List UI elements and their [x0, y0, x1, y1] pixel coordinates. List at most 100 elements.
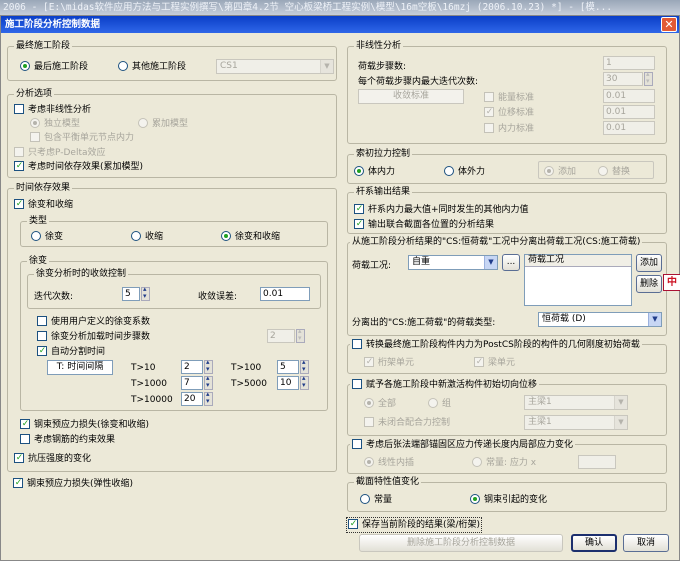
cable-control-group: 索初拉力控制 体内力 体外力 添加 替换 — [347, 149, 667, 184]
separate-load-group: 从施工阶段分析结果的"CS:恒荷载"工况中分离出荷载工况(CS:施工荷载) 荷载… — [347, 237, 667, 336]
radio-internal-force[interactable]: 体内力 — [354, 166, 395, 178]
t100-input[interactable]: 5 — [277, 360, 299, 374]
load-case-list[interactable]: 荷载工况 — [524, 254, 632, 306]
load-steps-input[interactable]: 2 — [267, 329, 295, 343]
close-icon[interactable]: ✕ — [661, 17, 677, 32]
constant-stress-input[interactable] — [578, 455, 616, 469]
t10000-spinner[interactable] — [204, 390, 213, 406]
load-type-select[interactable]: 恒荷载 (D) ▼ — [538, 312, 662, 327]
balance-node-checkbox[interactable]: 包含平衡单元节点内力 — [30, 132, 134, 144]
force-input[interactable]: 0.01 — [603, 121, 655, 135]
save-current-checkbox[interactable]: 保存当前阶段的结果(梁/桁架) — [345, 517, 483, 533]
max-iter-spinner[interactable] — [644, 70, 653, 86]
convert-checkbox[interactable]: 转换最终施工阶段构件内力为PostCS阶段的构件的几何刚度初始荷载 — [350, 339, 642, 351]
t5000-input[interactable]: 10 — [277, 376, 299, 390]
ok-button[interactable]: 确认 — [571, 534, 617, 552]
auto-split-checkbox[interactable]: 自动分割时间 — [37, 346, 105, 358]
radio-group[interactable]: 组 — [428, 398, 451, 410]
tangent-group: 赋予各施工阶段中新激活构件初始切向位移 全部 组 主梁1 ▼ 未闭合配合力控制 主… — [347, 379, 667, 436]
strength-checkbox[interactable]: 抗压强度的变化 — [14, 453, 91, 465]
nonlinear-checkbox[interactable]: 考虑非线性分析 — [14, 104, 91, 116]
radio-external-force[interactable]: 体外力 — [444, 166, 485, 178]
dialog: 施工阶段分析控制数据 ✕ 最终施工阶段 最后施工阶段 其他施工阶段 CS1 ▼ 分… — [0, 15, 680, 561]
radio-section-constant[interactable]: 常量 — [360, 494, 392, 506]
rebar-checkbox[interactable]: 考虑钢筋的约束效果 — [20, 434, 115, 446]
composite-checkbox[interactable]: 输出联合截面各位置的分析结果 — [354, 219, 494, 231]
radio-section-tendon[interactable]: 钢束引起的变化 — [470, 494, 547, 506]
beam-element-checkbox[interactable]: 梁单元 — [474, 357, 515, 369]
add-button[interactable]: 添加 — [636, 254, 662, 272]
load-case-select[interactable]: 自重 ▼ — [408, 255, 498, 270]
section-legend: 截面特性值变化 — [354, 477, 422, 488]
nl-load-steps-input[interactable]: 1 — [603, 56, 655, 70]
t1000-spinner[interactable] — [204, 374, 213, 390]
unclosed-checkbox[interactable]: 未闭合配合力控制 — [364, 417, 450, 429]
delete-data-button[interactable]: 删除施工阶段分析控制数据 — [359, 534, 563, 552]
pin-icon[interactable]: 中 — [663, 274, 680, 291]
tangent-checkbox[interactable]: 赋予各施工阶段中新激活构件初始切向位移 — [350, 379, 540, 391]
other-stage-select[interactable]: CS1 ▼ — [216, 59, 334, 74]
force-checkbox[interactable]: 内力标准 — [484, 123, 534, 135]
load-case-more-button[interactable]: ... — [502, 254, 520, 271]
t1000-input[interactable]: 7 — [181, 376, 203, 390]
convergence-legend: 徐变分析时的收敛控制 — [34, 269, 129, 280]
convergence-button[interactable]: 收敛标准 — [358, 89, 464, 104]
group-select[interactable]: 主梁1 ▼ — [524, 395, 628, 410]
convergence-group: 徐变分析时的收敛控制 迭代次数: 5 收敛误差: 0.01 — [27, 269, 321, 309]
user-coef-checkbox[interactable]: 使用用户定义的徐变系数 — [37, 316, 150, 328]
creep-shrink-checkbox[interactable]: 徐变和收缩 — [14, 199, 73, 211]
anchor-checkbox[interactable]: 考虑后张法端部锚固区应力传递长度内局部应力变化 — [350, 439, 576, 451]
time-dependent-legend: 时间依存效果 — [14, 183, 73, 194]
load-steps-checkbox[interactable]: 徐变分析加载时间步骤数 — [37, 331, 150, 343]
pdelta-checkbox[interactable]: 只考虑P-Delta效应 — [14, 147, 106, 159]
energy-input[interactable]: 0.01 — [603, 89, 655, 103]
radio-linear[interactable]: 线性内插 — [364, 457, 414, 469]
radio-independent-model[interactable]: 独立模型 — [30, 118, 80, 130]
convert-group: 转换最终施工阶段构件内力为PostCS阶段的构件的几何刚度初始荷载 桁架单元 梁… — [347, 339, 667, 374]
radio-cumulative-model[interactable]: 累加模型 — [138, 118, 188, 130]
radio-last-stage[interactable]: 最后施工阶段 — [20, 61, 88, 73]
radio-other-stage[interactable]: 其他施工阶段 — [118, 61, 186, 73]
t10000-label: T>10000 — [131, 395, 173, 405]
max-iter-input[interactable]: 30 — [603, 72, 643, 86]
iterations-input[interactable]: 5 — [122, 287, 140, 301]
radio-type-shrink[interactable]: 收缩 — [131, 231, 163, 243]
radio-all[interactable]: 全部 — [364, 398, 396, 410]
delete-button[interactable]: 删除 — [636, 275, 662, 293]
t10-input[interactable]: 2 — [181, 360, 203, 374]
radio-type-creep[interactable]: 徐变 — [31, 231, 63, 243]
disp-input[interactable]: 0.01 — [603, 105, 655, 119]
radio-type-both[interactable]: 徐变和收缩 — [221, 231, 280, 243]
error-input[interactable]: 0.01 — [260, 287, 310, 301]
t10000-input[interactable]: 20 — [181, 392, 203, 406]
t10-label: T>10 — [131, 363, 156, 373]
truss-element-checkbox[interactable]: 桁架单元 — [364, 357, 414, 369]
nonlinear-legend: 非线性分析 — [354, 41, 404, 52]
separate-load-legend: 从施工阶段分析结果的"CS:恒荷载"工况中分离出荷载工况(CS:施工荷载) — [350, 237, 643, 248]
anchor-group: 考虑后张法端部锚固区应力传递长度内局部应力变化 线性内插 常量: 应力 x — [347, 439, 667, 474]
unclosed-select[interactable]: 主梁1 ▼ — [524, 415, 628, 430]
disp-checkbox[interactable]: 位移标准 — [484, 107, 534, 119]
iterations-spinner[interactable] — [141, 285, 150, 301]
t100-spinner[interactable] — [300, 358, 309, 374]
final-stage-legend: 最终施工阶段 — [14, 41, 73, 52]
load-steps-label: 荷载步骤数: — [358, 62, 407, 72]
time-dependent-checkbox[interactable]: 考虑时间依存效果(累加模型) — [14, 161, 143, 173]
beam-output-group: 杆系输出结果 杆系内力最大值+同时发生的其他内力值 输出联合截面各位置的分析结果 — [347, 187, 667, 234]
radio-cable-add[interactable]: 添加 — [544, 166, 576, 178]
beam-output-legend: 杆系输出结果 — [354, 187, 413, 198]
window-title: 2006 - [E:\midas软件应用方法与工程实例撰写\第四章4.2节 空心… — [0, 0, 680, 15]
creep-legend: 徐变 — [27, 256, 50, 267]
radio-constant-stress[interactable]: 常量: 应力 x — [472, 457, 536, 469]
radio-cable-replace[interactable]: 替换 — [598, 166, 630, 178]
energy-checkbox[interactable]: 能量标准 — [484, 92, 534, 104]
t5000-spinner[interactable] — [300, 374, 309, 390]
tendon-loss-checkbox[interactable]: 钢束预应力损失(徐变和收缩) — [20, 419, 149, 431]
load-steps-spinner[interactable] — [296, 327, 305, 343]
tendon-elastic-checkbox[interactable]: 钢束预应力损失(弹性收缩) — [13, 478, 133, 490]
max-min-checkbox[interactable]: 杆系内力最大值+同时发生的其他内力值 — [354, 204, 529, 216]
t10-spinner[interactable] — [204, 358, 213, 374]
error-label: 收敛误差: — [198, 292, 238, 302]
cancel-button[interactable]: 取消 — [623, 534, 669, 552]
time-interval-label: T: 时间间隔 — [47, 360, 113, 375]
